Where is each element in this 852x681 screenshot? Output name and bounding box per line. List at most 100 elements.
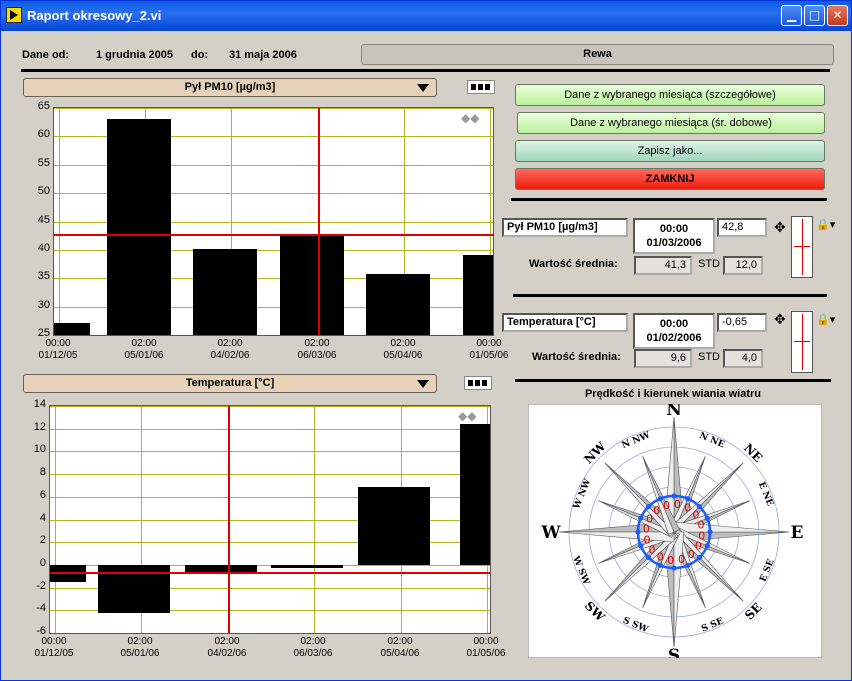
maximize-button[interactable]: □ [804,5,825,26]
cursor-line-horizontal[interactable] [50,572,490,574]
wind-title: Prędkość i kierunek wiania wiatru [584,388,762,400]
y-tick-label: 55 [37,157,50,169]
temp-cursor-name: Temperatura [°C] [502,313,628,332]
divider [513,294,827,297]
chevron-down-icon [417,380,429,388]
plot-legend-icon[interactable] [464,376,492,390]
x-tick-time: 00:00 [41,636,67,647]
y-tick-label: -4 [36,602,46,614]
pm10-series-dropdown[interactable]: Pył PM10 [µg/m3] [23,78,437,97]
x-tick-date: 01/12/05 [38,350,78,361]
y-tick-label: 2 [39,534,46,546]
wind-speed-label: 0 [684,502,691,515]
cursor-move-icon[interactable]: ✥ [774,313,786,327]
x-tick-date: 05/01/06 [124,350,164,361]
cursor-diamond-icon[interactable]: ◆◆ [458,410,476,422]
gridline-horizontal [50,474,490,475]
x-tick-time: 02:00 [387,636,413,647]
wind-speed-label: 0 [678,553,685,566]
chart-bar [366,274,430,335]
y-tick-label: 45 [37,214,50,226]
pm10-cursor-slider[interactable] [791,216,813,278]
wind-speed-label: 0 [657,550,664,563]
wind-speed-label: 0 [695,540,702,553]
plot-legend-icon[interactable] [467,80,495,94]
y-tick-label: 10 [33,443,46,455]
pm10-std-label: STD [698,258,720,270]
wind-speed-label: 0 [663,499,670,512]
front-panel: Dane od: 1 grudnia 2005 do: 31 maja 2006… [5,31,847,677]
pm10-date: 01/03/2006 [646,237,702,249]
chart-bar [280,234,344,335]
x-tick-label: 02:00 05/04/06 [375,338,431,362]
chart-bar [107,119,171,335]
pm10-mean-value: 41,3 [634,256,692,275]
wind-speed-point [707,529,713,535]
x-tick-label: 02:00 04/02/06 [202,338,258,362]
temp-mean-value: 9,6 [634,349,692,368]
lock-icon[interactable]: 🔒▾ [816,218,835,231]
x-tick-label: 02:00 04/02/06 [199,636,255,660]
x-tick-time: 00:00 [476,338,502,349]
gridline-horizontal [54,335,493,336]
wind-speed-label: 0 [688,548,695,561]
cursor-move-icon[interactable]: ✥ [774,221,786,235]
cursor-line-vertical[interactable] [228,406,230,633]
title-bar[interactable]: Raport okresowy_2.vi ▁ □ ✕ [1,1,851,31]
temp-cursor-time: 00:00 01/02/2006 [633,313,715,349]
x-tick-label: 02:00 05/01/06 [116,338,172,362]
x-tick-date: 01/05/06 [466,648,506,659]
temp-cursor-slider[interactable] [791,311,813,373]
x-tick-time: 02:00 [214,636,240,647]
lock-icon[interactable]: 🔒▾ [816,313,835,326]
detailed-month-button[interactable]: Dane z wybranego miesiąca (szczegółowe) [515,84,825,106]
save-as-button[interactable]: Zapisz jako... [515,140,825,162]
x-tick-date: 01/05/06 [469,350,509,361]
y-tick-label: -2 [36,580,46,592]
y-tick-label: 14 [33,398,46,410]
temp-std-value: 4,0 [723,349,763,368]
y-tick-label: 12 [33,421,46,433]
temp-std-label: STD [698,351,720,363]
temperature-chart[interactable]: ◆◆ [49,405,491,634]
compass-label: S [668,646,680,658]
close-window-button[interactable]: ✕ [827,5,848,26]
pm10-std-value: 12,0 [723,256,763,275]
x-tick-date: 04/02/06 [207,648,247,659]
close-button[interactable]: ZAMKNIJ [515,168,825,190]
date-from-value: 1 grudnia 2005 [96,49,174,61]
wind-speed-point [704,515,710,521]
temp-series-dropdown[interactable]: Temperatura [°C] [23,374,437,393]
x-tick-label: 02:00 05/01/06 [112,636,168,660]
gridline-horizontal [50,451,490,452]
cursor-diamond-icon[interactable]: ◆◆ [461,112,479,124]
x-tick-time: 00:00 [473,636,499,647]
cursor-line-horizontal[interactable] [54,234,493,236]
x-tick-date: 05/04/06 [380,648,420,659]
chart-bar [193,249,257,335]
x-tick-time: 02:00 [217,338,243,349]
window-title: Raport okresowy_2.vi [27,8,162,23]
x-tick-date: 04/02/06 [210,350,250,361]
wind-speed-point [635,529,641,535]
pm10-time: 00:00 [659,223,689,235]
cursor-line-vertical[interactable] [318,108,320,335]
gridline-horizontal [50,633,490,634]
daily-average-button[interactable]: Dane z wybranego miesiąca (śr. dobowe) [517,112,825,134]
wind-speed-point [704,543,710,549]
x-tick-date: 01/12/05 [34,648,74,659]
minimize-button[interactable]: ▁ [781,5,802,26]
wind-rose-chart[interactable]: NN NENEE NEEE SESES SESS SWSWW SWWW NWNW… [528,404,822,658]
pm10-cursor-time: 00:00 01/03/2006 [633,218,715,254]
y-tick-label: 65 [37,100,50,112]
pm10-cursor-value: 42,8 [717,218,767,237]
y-tick-label: 35 [37,270,50,282]
x-tick-time: 02:00 [304,338,330,349]
pm10-chart[interactable]: ◆◆ [53,107,494,336]
wind-speed-point [685,496,691,502]
pm10-cursor-name: Pył PM10 [µg/m3] [502,218,628,237]
x-tick-date: 05/04/06 [383,350,423,361]
x-tick-time: 00:00 [45,338,71,349]
y-tick-label: 6 [39,489,46,501]
x-tick-date: 05/01/06 [120,648,160,659]
